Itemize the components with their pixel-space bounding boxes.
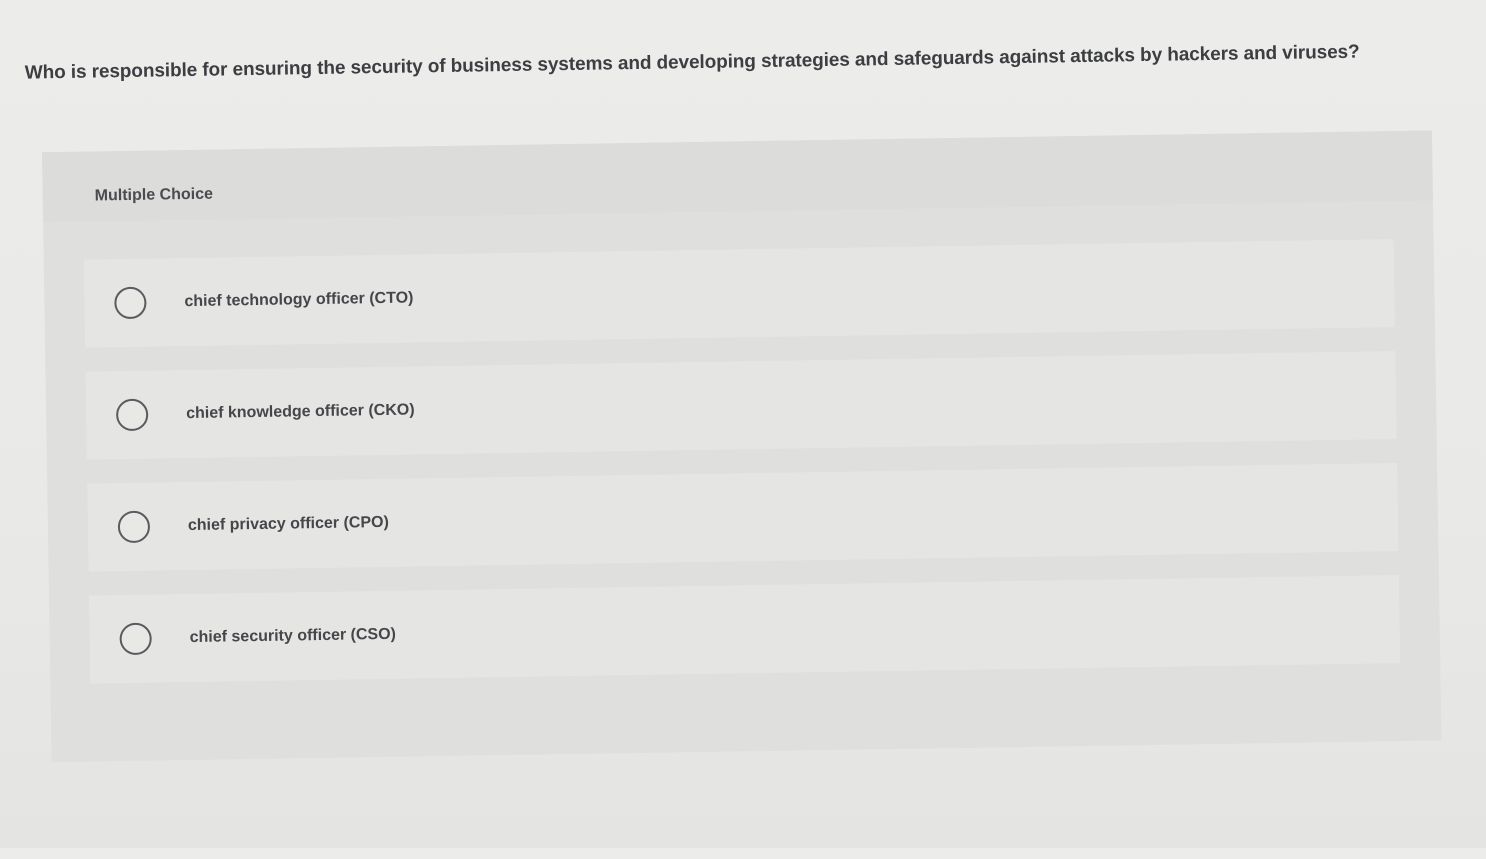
answer-options: chief technology officer (CTO) chief kno… [83, 239, 1401, 708]
answer-option-label: chief security officer (CSO) [189, 625, 397, 647]
radio-button-icon[interactable] [117, 510, 151, 544]
answer-option-label: chief knowledge officer (CKO) [186, 401, 415, 423]
radio-button-icon[interactable] [115, 398, 149, 432]
answer-option-label: chief privacy officer (CPO) [187, 513, 389, 535]
question-page: Who is responsible for ensuring the secu… [0, 0, 1486, 859]
radio-button-icon[interactable] [114, 286, 147, 320]
answer-option-label: chief technology officer (CTO) [184, 289, 414, 311]
answer-option-cko[interactable]: chief knowledge officer (CKO) [85, 351, 1397, 460]
multiple-choice-panel: Multiple Choice chief technology officer… [42, 130, 1442, 763]
question-text: Who is responsible for ensuring the secu… [24, 41, 1360, 84]
radio-button-icon[interactable] [119, 622, 152, 656]
answer-option-cso[interactable]: chief security officer (CSO) [88, 575, 1401, 684]
multiple-choice-label: Multiple Choice [94, 185, 214, 205]
answer-option-cto[interactable]: chief technology officer (CTO) [83, 239, 1395, 348]
answer-option-cpo[interactable]: chief privacy officer (CPO) [87, 463, 1399, 572]
multiple-choice-header: Multiple Choice [42, 130, 1433, 223]
